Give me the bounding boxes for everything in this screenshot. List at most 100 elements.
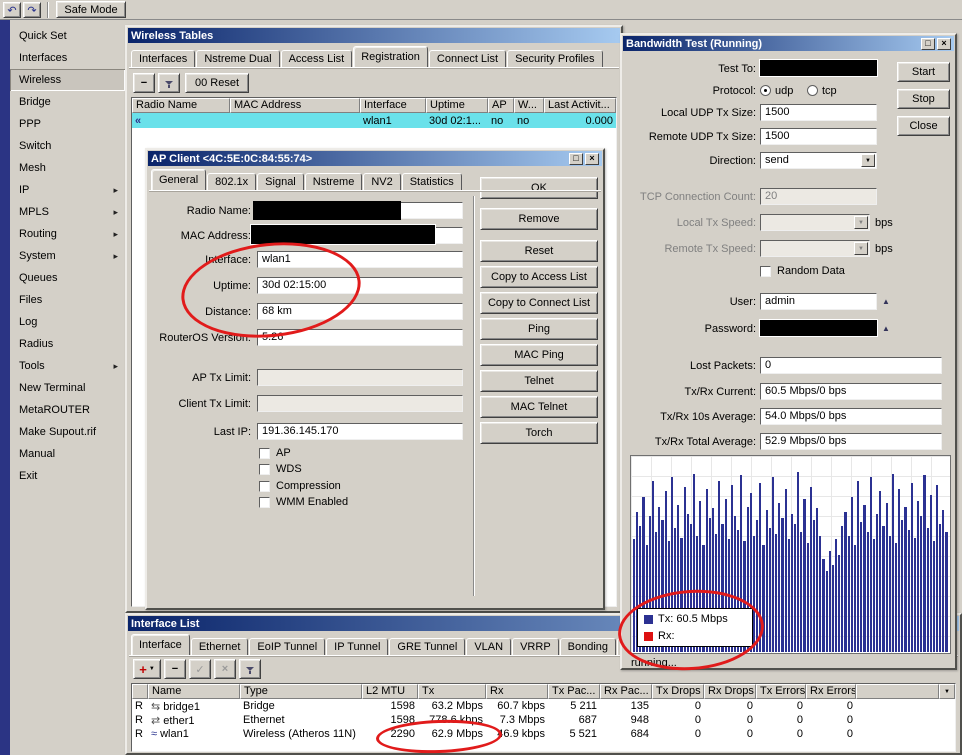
- stop-button[interactable]: Stop: [897, 89, 950, 109]
- tab-interface[interactable]: Interface: [131, 634, 190, 655]
- wmm-enabled-checkbox[interactable]: [259, 497, 270, 508]
- close-window-button[interactable]: Close: [897, 116, 950, 136]
- close-button[interactable]: ×: [937, 38, 951, 50]
- distance-field[interactable]: 68 km: [257, 303, 463, 320]
- sidebar-item-mesh[interactable]: Mesh: [10, 157, 125, 179]
- torch-button[interactable]: Torch: [480, 422, 598, 444]
- close-button[interactable]: ×: [585, 153, 599, 165]
- sidebar-item-ppp[interactable]: PPP: [10, 113, 125, 135]
- column-header-mac-address[interactable]: MAC Address: [230, 98, 360, 113]
- sidebar-item-tools[interactable]: Tools▸: [10, 355, 125, 377]
- copy-to-connect-list-button[interactable]: Copy to Connect List: [480, 292, 598, 314]
- reset-button[interactable]: 00 Reset: [185, 73, 249, 93]
- wireless-tables-titlebar[interactable]: Wireless Tables: [128, 28, 620, 43]
- sidebar-item-quick-set[interactable]: Quick Set: [10, 25, 125, 47]
- column-header-rx[interactable]: Rx: [486, 684, 548, 699]
- column-header-tx[interactable]: Tx: [418, 684, 486, 699]
- mac-telnet-button[interactable]: MAC Telnet: [480, 396, 598, 418]
- sidebar-item-new-terminal[interactable]: New Terminal: [10, 377, 125, 399]
- sidebar-item-bridge[interactable]: Bridge: [10, 91, 125, 113]
- tab-vrrp[interactable]: VRRP: [512, 638, 559, 655]
- sidebar-item-routing[interactable]: Routing▸: [10, 223, 125, 245]
- tab-interfaces[interactable]: Interfaces: [131, 50, 195, 67]
- routeros-version-field[interactable]: 5.26: [257, 329, 463, 346]
- column-header-flags[interactable]: [132, 684, 148, 699]
- registration-row[interactable]: « wlan1 30d 02:1... no no 0.000 -6...: [132, 113, 616, 128]
- column-header-tx-drops[interactable]: Tx Drops: [652, 684, 704, 699]
- ap-client-titlebar[interactable]: AP Client <4C:5E:0C:84:55:74> □ ×: [148, 151, 602, 166]
- column-header-wds[interactable]: W...: [514, 98, 544, 113]
- add-interface-button[interactable]: + ▼: [133, 659, 161, 679]
- tab-security-profiles[interactable]: Security Profiles: [507, 50, 602, 67]
- column-header-l2mtu[interactable]: L2 MTU: [362, 684, 418, 699]
- local-udp-tx-size-field[interactable]: 1500: [760, 104, 877, 121]
- remove-button[interactable]: Remove: [480, 208, 598, 230]
- tab-statistics[interactable]: Statistics: [402, 173, 462, 190]
- column-header-ap[interactable]: AP: [488, 98, 514, 113]
- ap-tx-limit-field[interactable]: [257, 369, 463, 386]
- tab-general[interactable]: General: [151, 169, 206, 190]
- tab-nv2[interactable]: NV2: [363, 173, 400, 190]
- ping-button[interactable]: Ping: [480, 318, 598, 340]
- column-header-tx-errors[interactable]: Tx Errors: [756, 684, 806, 699]
- copy-to-access-list-button[interactable]: Copy to Access List: [480, 266, 598, 288]
- interface-field[interactable]: wlan1: [257, 251, 463, 268]
- client-tx-limit-field[interactable]: [257, 395, 463, 412]
- sidebar-item-make-supout[interactable]: Make Supout.rif: [10, 421, 125, 443]
- interface-filter-button[interactable]: [239, 659, 261, 679]
- column-header-last-activity[interactable]: Last Activit...: [544, 98, 616, 113]
- column-header-tx-packets[interactable]: Tx Pac...: [548, 684, 600, 699]
- remote-tx-speed-field[interactable]: ▼: [760, 240, 870, 257]
- sidebar-item-mpls[interactable]: MPLS▸: [10, 201, 125, 223]
- uptime-field[interactable]: 30d 02:15:00: [257, 277, 463, 294]
- undo-button[interactable]: ↶: [3, 2, 21, 18]
- sidebar-item-metarouter[interactable]: MetaROUTER: [10, 399, 125, 421]
- start-button[interactable]: Start: [897, 62, 950, 82]
- remove-entry-button[interactable]: −: [133, 73, 155, 93]
- tab-gre-tunnel[interactable]: GRE Tunnel: [389, 638, 465, 655]
- ok-button[interactable]: OK: [480, 177, 598, 199]
- chevron-down-icon[interactable]: ▼: [861, 154, 875, 167]
- filter-button[interactable]: [158, 73, 180, 93]
- tcp-connection-count-field[interactable]: 20: [760, 188, 877, 205]
- table-row[interactable]: R ⇄ ether1 Ethernet 1598 778.6 kbps 7.3 …: [132, 713, 955, 727]
- column-header-rx-packets[interactable]: Rx Pac...: [600, 684, 652, 699]
- column-header-name[interactable]: Name: [148, 684, 240, 699]
- sidebar-item-radius[interactable]: Radius: [10, 333, 125, 355]
- column-header-rx-drops[interactable]: Rx Drops: [704, 684, 756, 699]
- protocol-tcp-radio[interactable]: [807, 85, 818, 96]
- enable-interface-button[interactable]: ✓: [189, 659, 211, 679]
- chevron-down-icon[interactable]: ▼: [854, 242, 868, 255]
- local-tx-speed-field[interactable]: ▼: [760, 214, 870, 231]
- reset-button[interactable]: Reset: [480, 240, 598, 262]
- last-ip-field[interactable]: 191.36.145.170: [257, 423, 463, 440]
- direction-select[interactable]: send▼: [760, 152, 877, 169]
- column-header-radio-name[interactable]: Radio Name: [132, 98, 230, 113]
- sidebar-item-interfaces[interactable]: Interfaces: [10, 47, 125, 69]
- table-row[interactable]: R ≈ wlan1 Wireless (Atheros 11N) 2290 62…: [132, 727, 955, 741]
- tab-nstreme[interactable]: Nstreme: [305, 173, 363, 190]
- column-header-type[interactable]: Type: [240, 684, 362, 699]
- tab-access-list[interactable]: Access List: [281, 50, 353, 67]
- column-header-tx[interactable]: Tx...: [616, 98, 617, 113]
- protocol-udp-radio[interactable]: [760, 85, 771, 96]
- collapse-up-icon[interactable]: ▲: [882, 297, 890, 306]
- sidebar-item-wireless[interactable]: Wireless: [10, 69, 125, 91]
- tab-vlan[interactable]: VLAN: [466, 638, 511, 655]
- maximize-button[interactable]: □: [569, 153, 583, 165]
- wds-checkbox[interactable]: [259, 464, 270, 475]
- disable-interface-button[interactable]: ×: [214, 659, 236, 679]
- column-select-button[interactable]: ▼: [939, 684, 955, 699]
- tab-bonding[interactable]: Bonding: [560, 638, 616, 655]
- collapse-up-icon[interactable]: ▲: [882, 324, 890, 333]
- remove-interface-button[interactable]: −: [164, 659, 186, 679]
- telnet-button[interactable]: Telnet: [480, 370, 598, 392]
- bandwidth-test-titlebar[interactable]: Bandwidth Test (Running) □ ×: [623, 36, 954, 51]
- maximize-button[interactable]: □: [921, 38, 935, 50]
- tab-registration[interactable]: Registration: [353, 46, 428, 67]
- remote-udp-tx-size-field[interactable]: 1500: [760, 128, 877, 145]
- column-header-rx-errors[interactable]: Rx Errors: [806, 684, 856, 699]
- tab-signal[interactable]: Signal: [257, 173, 304, 190]
- sidebar-item-exit[interactable]: Exit: [10, 465, 125, 487]
- table-row[interactable]: R ⇆ bridge1 Bridge 1598 63.2 Mbps 60.7 k…: [132, 699, 955, 713]
